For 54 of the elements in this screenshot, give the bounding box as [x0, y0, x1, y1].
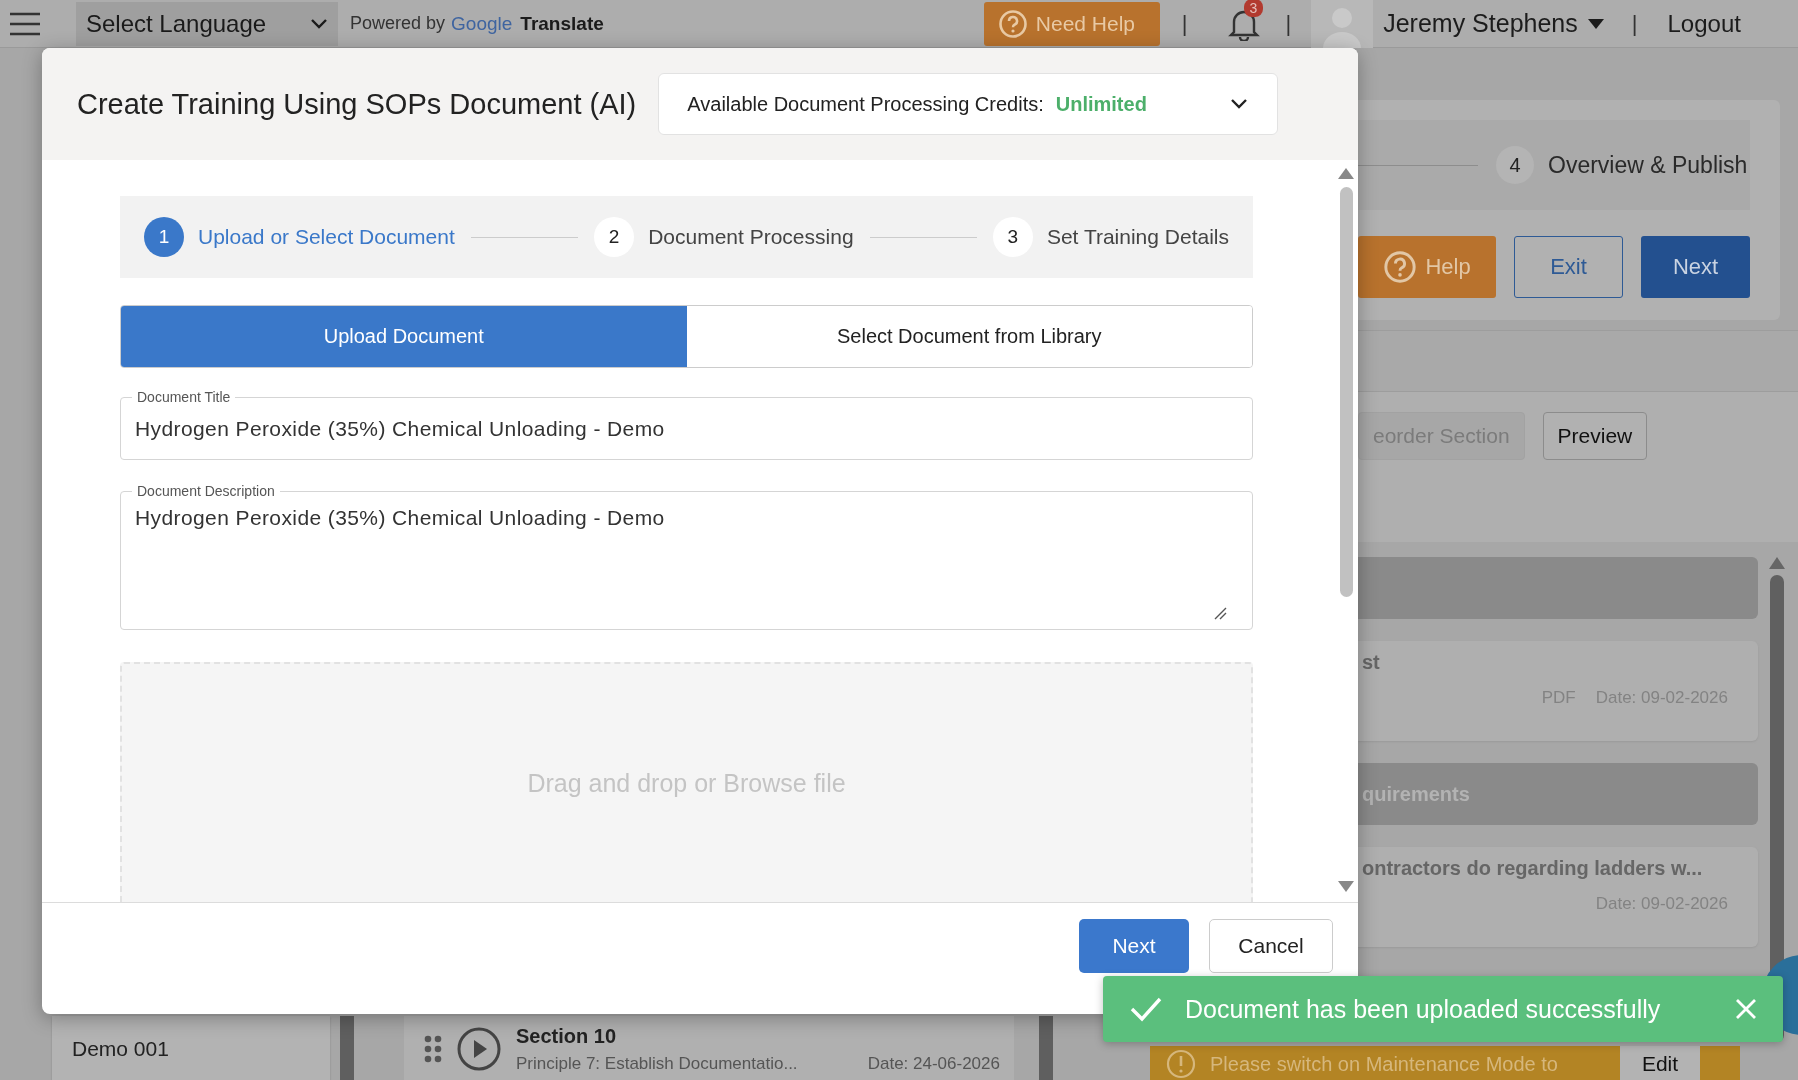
next-button[interactable]: Next — [1079, 919, 1189, 973]
next-button[interactable]: Next — [1641, 236, 1750, 298]
logout-link[interactable]: Logout — [1667, 9, 1741, 38]
chevron-down-icon — [310, 17, 328, 30]
scroll-up-arrow-icon[interactable] — [1769, 557, 1785, 569]
warning-icon — [1166, 1049, 1196, 1079]
credits-dropdown[interactable]: Available Document Processing Credits: Unlimited — [658, 73, 1279, 135]
chevron-down-icon — [1229, 98, 1250, 110]
checkmark-icon — [1129, 995, 1163, 1023]
dialog-title: Create Training Using SOPs Document (AI) — [77, 87, 637, 121]
help-icon — [997, 8, 1028, 39]
section-subtitle: Principle 7: Establish Documentatio... — [516, 1053, 798, 1074]
section-date: Date: 24-06-2026 — [867, 1053, 1000, 1074]
powered-by-text: Powered by — [350, 13, 446, 34]
scroll-up-arrow-icon[interactable] — [1338, 168, 1354, 179]
close-icon[interactable] — [1735, 998, 1757, 1020]
maintenance-message: Please switch on Maintenance Mode to — [1210, 1052, 1558, 1076]
play-icon[interactable] — [456, 1026, 502, 1072]
edit-button[interactable]: Edit — [1620, 1046, 1700, 1080]
step-number: 1 — [144, 217, 184, 257]
separator: | — [1631, 10, 1638, 37]
toast-message: Document has been uploaded successfully — [1185, 994, 1662, 1024]
language-select[interactable]: Select Language — [76, 1, 338, 46]
google-logo-text: Google — [451, 12, 513, 35]
document-title: ontractors do regarding ladders w... — [1362, 857, 1704, 880]
separator: | — [1285, 10, 1292, 37]
step-label: Overview & Publish — [1548, 151, 1748, 179]
step-label: Document Processing — [648, 225, 854, 249]
section-title: Section 10 — [516, 1024, 618, 1048]
step-label: Upload or Select Document — [198, 225, 455, 249]
field-label: Document Description — [132, 482, 280, 500]
gutter-bar — [1039, 1016, 1053, 1080]
scroll-down-arrow-icon[interactable] — [1338, 881, 1354, 892]
drag-handle-icon[interactable] — [424, 1035, 442, 1063]
user-menu[interactable]: Jeremy Stephens — [1383, 9, 1604, 38]
list-item-card[interactable]: Demo 001 — [52, 1016, 330, 1080]
gutter-bar — [340, 1016, 354, 1080]
preview-button[interactable]: Preview — [1542, 412, 1648, 460]
resize-grip-icon[interactable] — [1213, 606, 1227, 620]
section-card[interactable]: Section 10 Principle 7: Establish Documentatio... Date: 24-06-2026 — [404, 1016, 1014, 1080]
caret-icon — [1587, 18, 1604, 29]
step-number: 3 — [992, 217, 1033, 257]
step-label: Set Training Details — [1046, 225, 1229, 249]
tab[interactable]: Upload Document — [121, 306, 687, 367]
separator: | — [1181, 10, 1188, 37]
cancel-button[interactable]: Cancel — [1209, 919, 1333, 973]
step-number: 4 — [1496, 146, 1534, 184]
document-title: st — [1362, 651, 1381, 674]
step-number: 2 — [594, 217, 635, 257]
help-icon — [1383, 250, 1418, 284]
item-label: Demo 001 — [72, 1037, 169, 1061]
notification-badge: 3 — [1243, 0, 1264, 17]
menu-icon[interactable] — [8, 10, 42, 37]
translate-text: Translate — [520, 12, 604, 35]
